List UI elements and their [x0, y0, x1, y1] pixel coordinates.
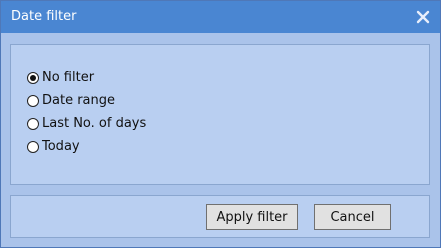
filter-options-list: No filter Date range Last No. of days To…: [27, 66, 146, 158]
dialog-title: Date filter: [11, 9, 77, 24]
radio-button[interactable]: [27, 71, 39, 84]
radio-option-no-filter[interactable]: No filter: [27, 66, 146, 89]
apply-filter-button[interactable]: Apply filter: [206, 204, 298, 230]
close-icon: [416, 10, 430, 24]
radio-button[interactable]: [27, 117, 39, 130]
radio-option-date-range[interactable]: Date range: [27, 89, 146, 112]
dialog-titlebar: Date filter: [1, 1, 440, 33]
radio-option-today[interactable]: Today: [27, 135, 146, 158]
dialog-footer: Apply filter Cancel: [10, 195, 430, 238]
radio-label: Today: [42, 138, 80, 154]
radio-option-last-no-of-days[interactable]: Last No. of days: [27, 112, 146, 135]
date-filter-dialog: Date filter No filter Date range Last No…: [0, 0, 441, 248]
cancel-button[interactable]: Cancel: [314, 204, 391, 230]
radio-label: Date range: [42, 92, 116, 108]
radio-button[interactable]: [27, 94, 39, 107]
close-button[interactable]: [412, 6, 434, 28]
filter-options-panel: No filter Date range Last No. of days To…: [10, 44, 430, 185]
radio-button[interactable]: [27, 140, 39, 153]
radio-label: Last No. of days: [42, 115, 147, 131]
radio-label: No filter: [42, 69, 95, 85]
